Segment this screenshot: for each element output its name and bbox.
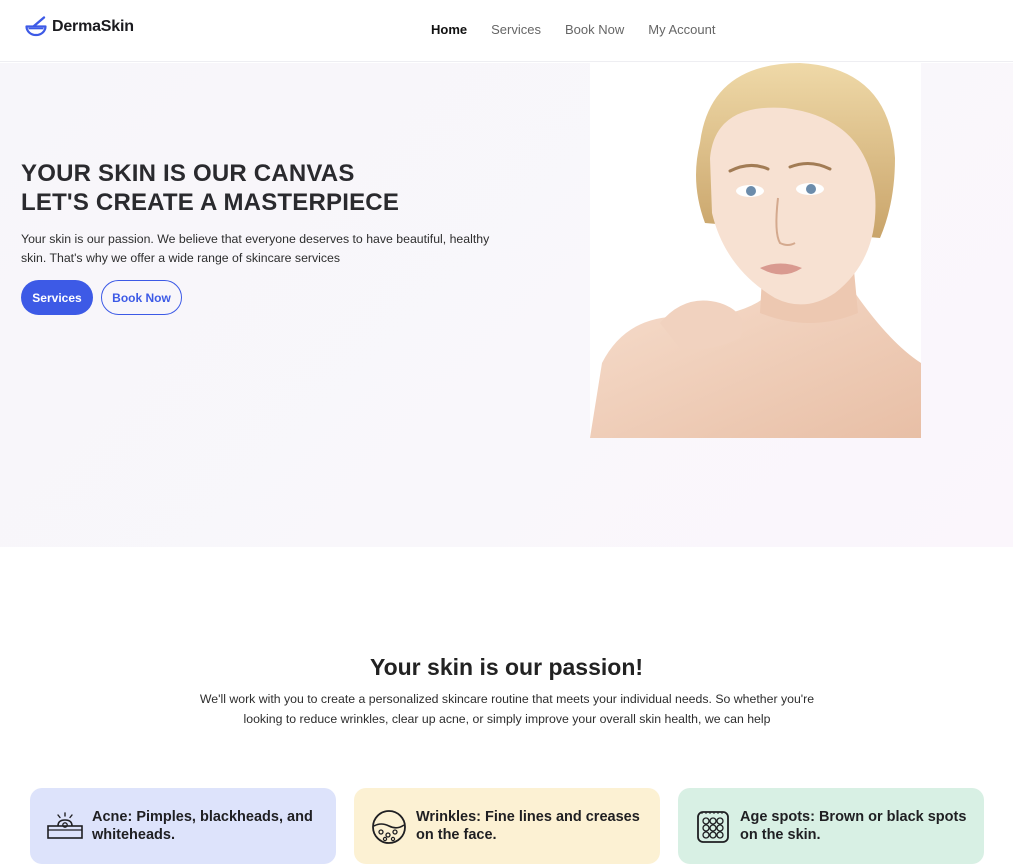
brand-logo[interactable]: DermaSkin: [24, 15, 134, 39]
book-now-button[interactable]: Book Now: [101, 280, 182, 315]
section-title: Your skin is our passion!: [369, 654, 644, 680]
nav-book-now[interactable]: Book Now: [565, 22, 624, 37]
mortar-bowl-icon: [25, 16, 47, 37]
nav-services[interactable]: Services: [491, 22, 541, 37]
age-spots-icon: [697, 811, 729, 843]
hero-title: YOUR SKIN IS OUR CANVAS LET'S CREATE A M…: [21, 159, 399, 217]
age-spots-card[interactable]: Age spots: Brown or black spots on the s…: [678, 788, 984, 864]
hero-title-line-1: YOUR SKIN IS OUR CANVAS: [21, 160, 355, 187]
woman-portrait-image: [590, 63, 921, 438]
acne-icon: [47, 812, 83, 839]
section-description: We'll work with you to create a personal…: [199, 692, 815, 726]
nav-my-account[interactable]: My Account: [648, 22, 715, 37]
services-button[interactable]: Services: [21, 280, 93, 315]
hero-section: YOUR SKIN IS OUR CANVAS LET'S CREATE A M…: [0, 63, 1013, 547]
hero-description: Your skin is our passion. We believe tha…: [21, 232, 490, 265]
age-spots-card-text: Age spots: Brown or black spots on the s…: [740, 809, 967, 843]
acne-card-text: Acne: Pimples, blackheads, and whitehead…: [92, 809, 313, 843]
wrinkles-card-text: Wrinkles: Fine lines and creases on the …: [416, 809, 640, 843]
wrinkles-card[interactable]: Wrinkles: Fine lines and creases on the …: [354, 788, 660, 864]
main-nav: Home Services Book Now My Account: [431, 22, 715, 37]
wrinkles-icon: [372, 810, 406, 844]
nav-home[interactable]: Home: [431, 22, 467, 37]
acne-card[interactable]: Acne: Pimples, blackheads, and whitehead…: [30, 788, 336, 864]
site-header: DermaSkin Home Services Book Now My Acco…: [0, 0, 1013, 62]
hero-title-line-2: LET'S CREATE A MASTERPIECE: [21, 189, 400, 216]
brand-name: DermaSkin: [52, 18, 134, 35]
